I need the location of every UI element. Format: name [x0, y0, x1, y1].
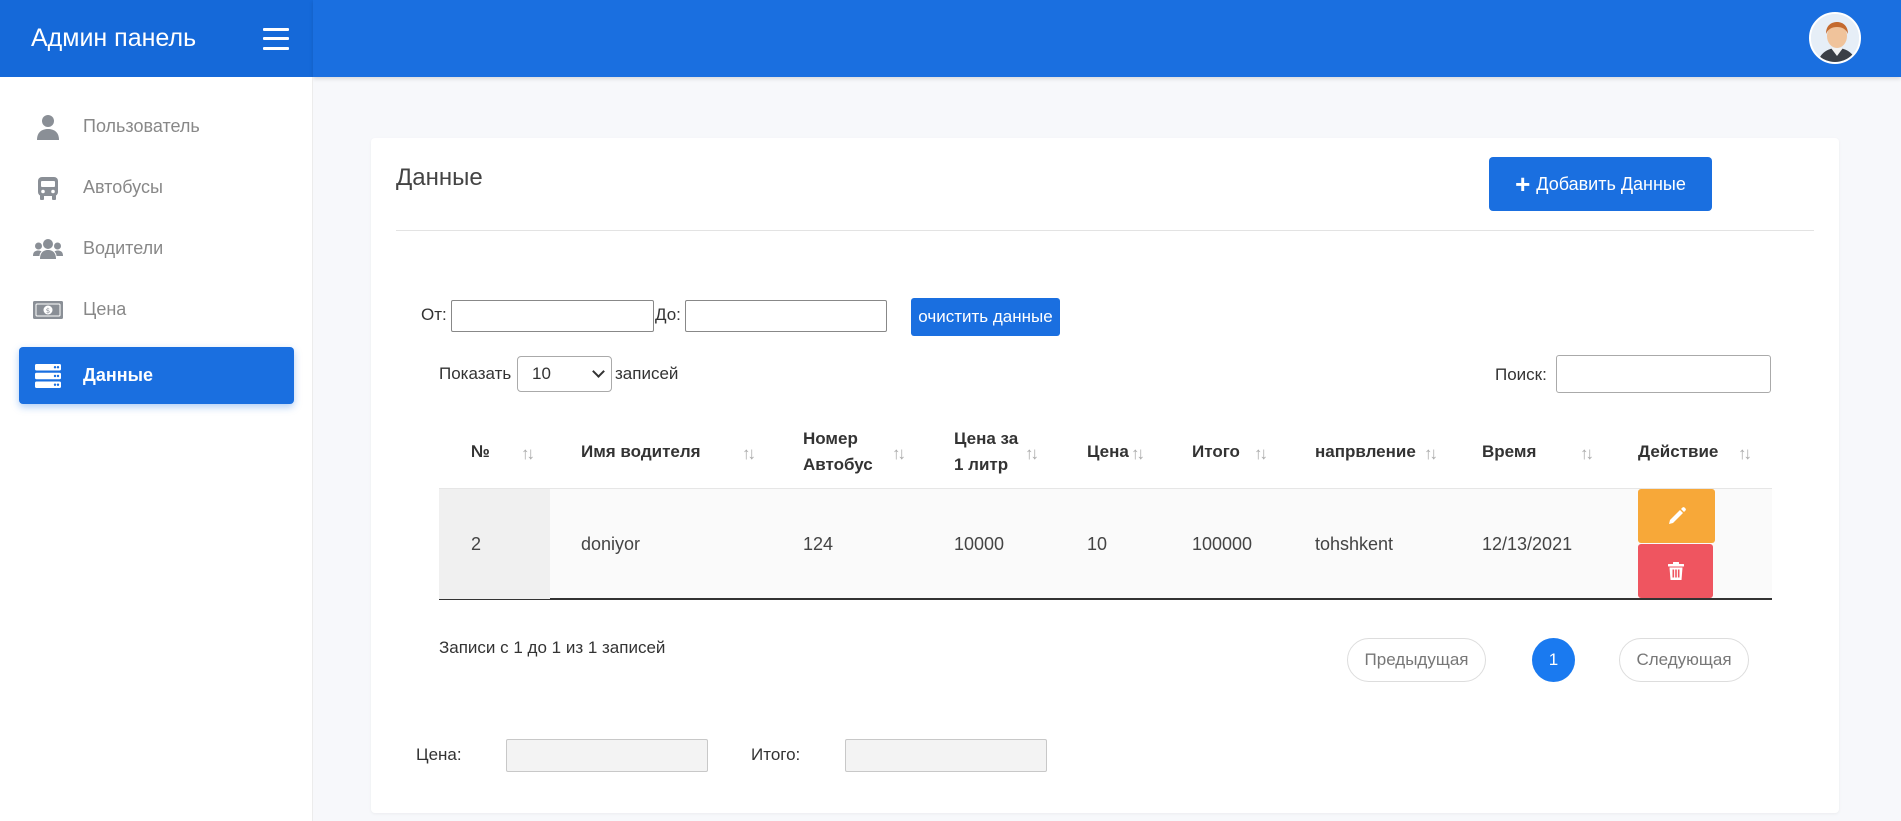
sorted-column-cell-bg [439, 489, 550, 599]
to-date-input[interactable] [685, 300, 887, 332]
delete-button[interactable] [1638, 544, 1713, 598]
cell-total: 100000 [1192, 533, 1253, 554]
plus-icon: + [1515, 169, 1531, 199]
page-size-value: 10 [532, 364, 551, 383]
column-header-price-per-liter[interactable]: Цена за 1 литр [954, 416, 1018, 488]
sidebar-item-price[interactable]: $ Цена [19, 281, 294, 338]
column-header-driver[interactable]: Имя водителя [581, 416, 701, 488]
sidebar-item-label: Цена [83, 299, 127, 319]
entries-label: записей [615, 364, 679, 383]
page-size-select[interactable]: 10 [517, 356, 612, 392]
users-icon [33, 234, 63, 264]
sidebar-item-users[interactable]: Пользователь [19, 98, 294, 155]
cell-direction: tohshkent [1315, 533, 1394, 554]
sidebar-item-drivers[interactable]: Водители [19, 220, 294, 277]
next-page-button[interactable]: Следующая [1619, 638, 1749, 682]
sort-icon[interactable]: ↑↓ [1738, 444, 1752, 464]
chevron-down-icon [592, 365, 605, 378]
cell-price-per-liter: 10000 [954, 533, 1005, 554]
from-label: От: [421, 305, 447, 324]
trash-icon [1667, 562, 1684, 580]
page-1-button[interactable]: 1 [1532, 638, 1575, 682]
menu-toggle-icon[interactable] [263, 27, 289, 50]
column-header-action[interactable]: Действие [1638, 416, 1718, 488]
avatar[interactable] [1809, 12, 1861, 64]
database-icon [33, 361, 63, 391]
sidebar-item-label: Данные [83, 365, 153, 385]
divider [396, 230, 1814, 231]
from-date-input[interactable] [451, 300, 654, 332]
sort-icon[interactable]: ↑↓ [1580, 444, 1594, 464]
sidebar-item-label: Пользователь [83, 116, 200, 136]
to-label: До: [655, 305, 681, 324]
pencil-icon [1668, 507, 1686, 524]
cell-bus-number: 124 [803, 533, 834, 554]
sort-icon[interactable]: ↑↓ [1424, 444, 1438, 464]
price-total-label: Цена: [416, 745, 462, 764]
add-data-label: Добавить Данные [1536, 173, 1686, 194]
search-input[interactable] [1556, 355, 1771, 393]
column-header-price[interactable]: Цена [1087, 416, 1129, 488]
cell-driver: doniyor [581, 533, 641, 554]
sort-icon[interactable]: ↑↓ [1131, 444, 1145, 464]
previous-page-button[interactable]: Предыдущая [1347, 638, 1486, 682]
bus-icon [33, 173, 63, 203]
svg-text:$: $ [46, 307, 50, 315]
cell-time: 12/13/2021 [1482, 533, 1573, 554]
page-title: Данные [396, 164, 483, 191]
money-icon: $ [33, 295, 63, 325]
add-data-button[interactable]: + Добавить Данные [1489, 157, 1712, 211]
sidebar: Пользователь Автобусы Водители $ Цена Да… [0, 77, 313, 821]
sort-icon[interactable]: ↑↓ [892, 444, 906, 464]
grand-total-field [845, 739, 1047, 772]
grand-total-label: Итого: [751, 745, 801, 764]
column-header-direction[interactable]: напрвление [1315, 416, 1416, 488]
user-icon [33, 112, 63, 142]
search-label: Поиск: [1495, 365, 1547, 384]
sort-icon[interactable]: ↑↓ [742, 444, 756, 464]
column-header-bus-number[interactable]: Номер Автобус [803, 416, 873, 488]
sort-icon[interactable]: ↑↓ [1254, 444, 1268, 464]
clear-data-button[interactable]: очистить данные [911, 298, 1060, 336]
price-total-field [506, 739, 708, 772]
sort-icon[interactable]: ↑↓ [521, 444, 535, 464]
column-header-time[interactable]: Время [1482, 416, 1536, 488]
sort-icon[interactable]: ↑↓ [1025, 444, 1039, 464]
column-header-number[interactable]: № [471, 416, 490, 488]
top-navbar [313, 0, 1901, 77]
sidebar-item-data[interactable]: Данные [19, 347, 294, 404]
brand-bar: Админ панель [0, 0, 313, 77]
sidebar-item-label: Водители [83, 238, 164, 258]
edit-button[interactable] [1638, 489, 1715, 543]
table-info: Записи с 1 до 1 из 1 записей [439, 638, 666, 657]
table-row: 2 doniyor 124 10000 10 100000 tohshkent … [439, 488, 1772, 600]
cell-number: 2 [471, 533, 482, 554]
sidebar-item-buses[interactable]: Автобусы [19, 159, 294, 216]
cell-price: 10 [1087, 533, 1108, 554]
show-label: Показать [439, 364, 512, 383]
brand-title: Админ панель [31, 24, 197, 52]
column-header-total[interactable]: Итого [1192, 416, 1240, 488]
sidebar-item-label: Автобусы [83, 177, 163, 197]
data-card: Данные + Добавить Данные От: До: очистит… [371, 138, 1839, 813]
